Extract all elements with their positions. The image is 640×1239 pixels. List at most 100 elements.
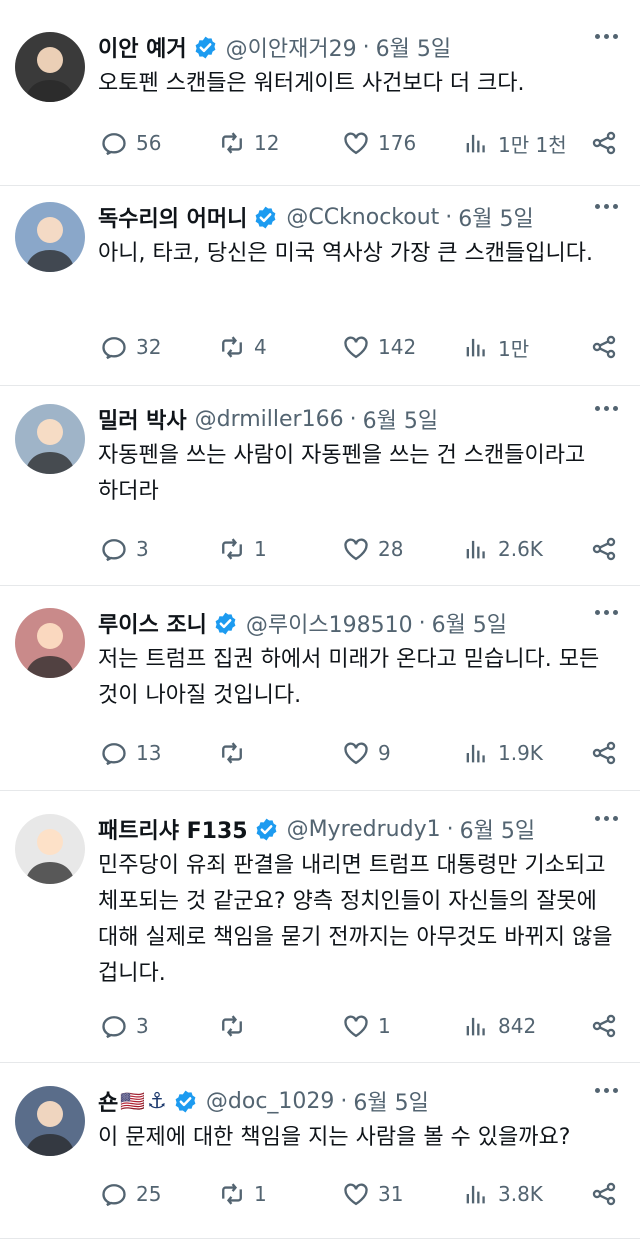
more-icon[interactable] bbox=[595, 816, 618, 821]
like-button[interactable]: 31 bbox=[342, 1180, 403, 1208]
like-button[interactable]: 28 bbox=[342, 535, 403, 563]
view-count: 3.8K bbox=[498, 1182, 543, 1206]
like-button[interactable]: 9 bbox=[342, 739, 391, 767]
share-button[interactable] bbox=[590, 739, 618, 767]
share-button[interactable] bbox=[590, 333, 618, 361]
retweet-button[interactable]: 4 bbox=[218, 333, 267, 361]
verified-badge-icon bbox=[173, 1089, 198, 1114]
separator-dot: · bbox=[445, 204, 453, 230]
action-bar: 32 4 142 1만 bbox=[98, 329, 618, 365]
more-icon[interactable] bbox=[595, 406, 618, 411]
timestamp[interactable]: 6월 5일 bbox=[458, 201, 533, 233]
share-button[interactable] bbox=[590, 1012, 618, 1040]
tweet[interactable]: 이안 예거 @이안재거29 · 6월 5일 오토펜 스캔들은 워터게이트 사건보다 더 … bbox=[0, 0, 640, 186]
user-handle[interactable]: @이안재거29 bbox=[226, 31, 357, 63]
like-button[interactable]: 142 bbox=[342, 333, 416, 361]
like-count: 31 bbox=[378, 1182, 404, 1206]
reply-button[interactable]: 32 bbox=[100, 333, 161, 361]
avatar[interactable] bbox=[15, 202, 85, 272]
timestamp[interactable]: 6월 5일 bbox=[353, 1085, 428, 1117]
retweet-button[interactable] bbox=[218, 739, 254, 767]
share-button[interactable] bbox=[590, 535, 618, 563]
display-name[interactable]: 독수리의 어머니 bbox=[98, 201, 247, 233]
retweet-button[interactable]: 1 bbox=[218, 535, 267, 563]
reply-icon bbox=[100, 333, 128, 361]
tweet-text: 아니, 타코, 당신은 미국 역사상 가장 큰 스캔들입니다. bbox=[98, 241, 593, 266]
views-button[interactable]: 1.9K bbox=[462, 739, 543, 767]
timestamp[interactable]: 6월 5일 bbox=[376, 31, 451, 63]
timestamp[interactable]: 6월 5일 bbox=[460, 813, 535, 845]
tweet[interactable]: 밀러 박사 @drmiller166 · 6월 5일 자동펜을 쓰는 사람이 자동펜을 … bbox=[0, 386, 640, 586]
user-handle[interactable]: @루이스198510 bbox=[246, 607, 413, 639]
reply-icon bbox=[100, 535, 128, 563]
reply-count: 32 bbox=[136, 335, 162, 359]
display-name[interactable]: 패트리샤 F135 bbox=[98, 813, 248, 845]
reply-button[interactable]: 3 bbox=[100, 1012, 149, 1040]
timestamp[interactable]: 6월 5일 bbox=[432, 607, 507, 639]
tweet[interactable]: 루이스 조니 @루이스198510 · 6월 5일 저는 트럼프 집권 하에서 미래가 … bbox=[0, 586, 640, 791]
retweet-button[interactable]: 1 bbox=[218, 1180, 267, 1208]
action-bar: 13 9 1.9K bbox=[98, 735, 618, 771]
tweet[interactable]: 독수리의 어머니 @CCknockout · 6월 5일아니, 타코, 당신은 미국 … bbox=[0, 186, 640, 386]
reply-count: 56 bbox=[136, 131, 162, 155]
user-handle[interactable]: @drmiller166 bbox=[195, 407, 344, 432]
display-name[interactable]: 루이스 조니 bbox=[98, 607, 207, 639]
like-button[interactable]: 176 bbox=[342, 129, 416, 157]
separator-dot: · bbox=[340, 1088, 348, 1114]
like-icon bbox=[342, 739, 370, 767]
share-button[interactable] bbox=[590, 1180, 618, 1208]
views-button[interactable]: 1만 1천 bbox=[462, 129, 567, 158]
retweet-icon bbox=[218, 535, 246, 563]
tweet[interactable]: 패트리샤 F135 @Myredrudy1 · 6월 5일 민주당이 유죄 판결을 내리… bbox=[0, 791, 640, 1063]
timestamp[interactable]: 6월 5일 bbox=[363, 403, 438, 435]
view-count: 2.6K bbox=[498, 537, 543, 561]
share-icon bbox=[590, 739, 618, 767]
like-count: 176 bbox=[378, 131, 417, 155]
like-count: 1 bbox=[378, 1014, 391, 1038]
more-icon[interactable] bbox=[595, 1088, 618, 1093]
avatar[interactable] bbox=[15, 814, 85, 884]
retweet-button[interactable]: 12 bbox=[218, 129, 279, 157]
reply-count: 13 bbox=[136, 741, 162, 765]
views-button[interactable]: 2.6K bbox=[462, 535, 543, 563]
tweet-header: 루이스 조니 @루이스198510 · 6월 5일 bbox=[98, 606, 618, 640]
reply-button[interactable]: 56 bbox=[100, 129, 161, 157]
retweet-button[interactable] bbox=[218, 1012, 254, 1040]
more-icon[interactable] bbox=[595, 610, 618, 615]
user-handle[interactable]: @Myredrudy1 bbox=[287, 817, 441, 842]
views-button[interactable]: 3.8K bbox=[462, 1180, 543, 1208]
views-button[interactable]: 1만 bbox=[462, 333, 529, 362]
more-icon[interactable] bbox=[595, 204, 618, 209]
tweet-text: 이 문제에 대한 책임을 지는 사람을 볼 수 있을까요? bbox=[98, 1125, 571, 1150]
user-handle[interactable]: @doc_1029 bbox=[206, 1089, 335, 1114]
display-name[interactable]: 숀 bbox=[98, 1085, 118, 1117]
like-icon bbox=[342, 1012, 370, 1040]
avatar[interactable] bbox=[15, 32, 85, 102]
like-count: 28 bbox=[378, 537, 404, 561]
retweet-count: 4 bbox=[254, 335, 267, 359]
avatar[interactable] bbox=[15, 404, 85, 474]
share-icon bbox=[590, 1012, 618, 1040]
reply-button[interactable]: 25 bbox=[100, 1180, 161, 1208]
separator-dot: · bbox=[362, 34, 370, 60]
tweet-text: 저는 트럼프 집권 하에서 미래가 온다고 믿습니다. 모든 것이 나아질 것입… bbox=[98, 647, 600, 708]
reply-button[interactable]: 3 bbox=[100, 535, 149, 563]
tweet[interactable]: 숀 🇺🇸 ⚓ @doc_1029 · 6월 5일 이 문제에 대한 책임을 지는 사람을 볼… bbox=[0, 1063, 640, 1239]
display-name[interactable]: 밀러 박사 bbox=[98, 403, 187, 435]
tweet-text: 자동펜을 쓰는 사람이 자동펜을 쓰는 건 스캔들이라고 하더라 bbox=[98, 443, 586, 504]
like-button[interactable]: 1 bbox=[342, 1012, 391, 1040]
views-button[interactable]: 842 bbox=[462, 1012, 536, 1040]
verified-badge-icon bbox=[213, 611, 238, 636]
more-icon[interactable] bbox=[595, 34, 618, 39]
avatar[interactable] bbox=[15, 608, 85, 678]
reply-icon bbox=[100, 739, 128, 767]
action-bar: 3 1 842 bbox=[98, 1008, 618, 1044]
display-name[interactable]: 이안 예거 bbox=[98, 31, 187, 63]
share-button[interactable] bbox=[590, 129, 618, 157]
avatar[interactable] bbox=[15, 1086, 85, 1156]
retweet-icon bbox=[218, 333, 246, 361]
reply-button[interactable]: 13 bbox=[100, 739, 161, 767]
verified-badge-icon bbox=[253, 205, 278, 230]
user-handle[interactable]: @CCknockout bbox=[286, 205, 439, 230]
action-bar: 25 1 31 3.8K bbox=[98, 1176, 618, 1212]
